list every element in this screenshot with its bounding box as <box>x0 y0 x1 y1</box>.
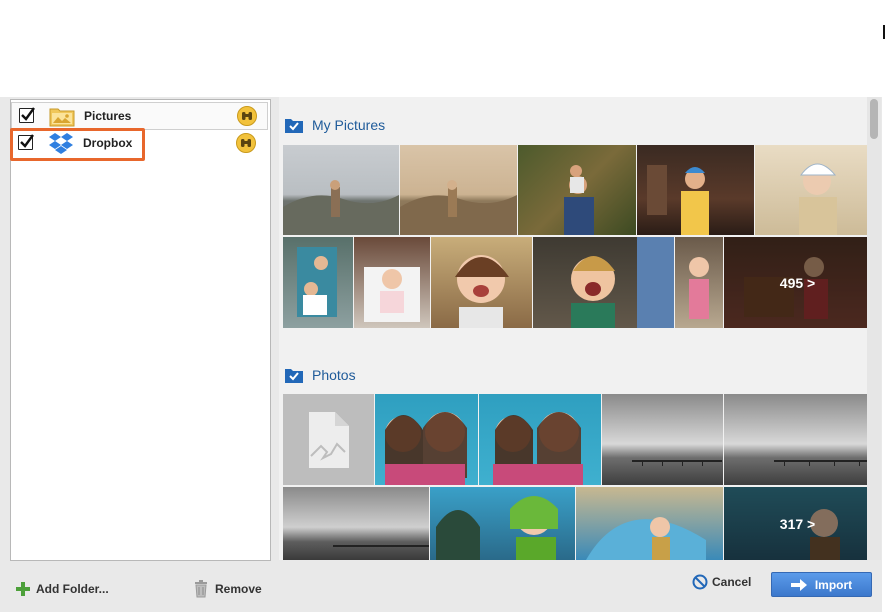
remove-button[interactable]: Remove <box>193 580 262 598</box>
photo-thumbnail[interactable] <box>533 237 674 328</box>
binoculars-icon[interactable] <box>236 133 256 153</box>
photo-thumbnail[interactable] <box>283 237 353 328</box>
file-placeholder-icon <box>309 412 349 468</box>
add-folder-label: Add Folder... <box>36 582 109 596</box>
dropbox-icon <box>48 132 74 154</box>
binoculars-icon[interactable] <box>237 106 257 126</box>
photo-thumbnail[interactable] <box>675 237 723 328</box>
import-media-screen: Pictures Dropbox Add Folder... Remove My… <box>0 0 892 612</box>
add-folder-button[interactable]: Add Folder... <box>14 580 109 598</box>
media-browser-panel: My Pictures 495 > Photos 317 > <box>279 97 867 560</box>
group-title: My Pictures <box>312 117 386 133</box>
photo-thumbnail-more[interactable]: 317 > <box>724 487 867 560</box>
photo-thumbnail[interactable] <box>431 237 532 328</box>
pictures-checkbox[interactable] <box>19 107 35 123</box>
file-placeholder-thumbnail[interactable] <box>283 394 374 485</box>
more-count-label[interactable]: 317 > <box>724 487 867 560</box>
source-label: Pictures <box>84 109 132 123</box>
group-header-my-pictures[interactable]: My Pictures <box>284 114 385 136</box>
source-list-panel: Pictures Dropbox <box>10 99 271 561</box>
checked-folder-icon <box>285 369 303 383</box>
vertical-scrollbar[interactable] <box>867 97 881 560</box>
import-button[interactable]: Import <box>771 572 872 597</box>
dropbox-checkbox[interactable] <box>18 134 34 150</box>
photo-thumbnail[interactable] <box>724 394 867 485</box>
pictures-folder-icon <box>49 105 75 127</box>
source-list-footer: Add Folder... Remove <box>0 567 280 612</box>
group-header-photos[interactable]: Photos <box>284 364 356 386</box>
photo-thumbnail[interactable] <box>283 487 429 560</box>
more-count-label[interactable]: 495 > <box>724 237 867 328</box>
photo-thumbnail[interactable] <box>602 394 723 485</box>
source-row-pictures[interactable]: Pictures <box>11 102 268 130</box>
photo-thumbnail[interactable] <box>755 145 867 235</box>
trash-icon <box>195 580 207 598</box>
source-label: Dropbox <box>83 136 133 150</box>
group-title: Photos <box>312 367 356 383</box>
import-dialog: Pictures Dropbox Add Folder... Remove My… <box>0 97 882 612</box>
photo-thumbnail[interactable] <box>518 145 636 235</box>
photo-thumbnail[interactable] <box>430 487 575 560</box>
cancel-label: Cancel <box>712 575 752 589</box>
photo-thumbnail[interactable] <box>400 145 517 235</box>
cancel-button[interactable]: Cancel <box>692 574 751 590</box>
checked-folder-icon <box>285 119 303 133</box>
photo-thumbnail[interactable] <box>375 394 478 485</box>
photo-thumbnail[interactable] <box>479 394 601 485</box>
window-edge-mark <box>883 25 885 39</box>
arrow-right-icon <box>790 578 807 591</box>
photo-thumbnail[interactable] <box>283 145 399 235</box>
photo-thumbnail[interactable] <box>576 487 723 560</box>
remove-label: Remove <box>215 582 262 596</box>
plus-icon <box>16 582 30 596</box>
photo-thumbnail[interactable] <box>354 237 430 328</box>
source-row-dropbox[interactable]: Dropbox <box>11 130 268 158</box>
import-label: Import <box>814 577 853 592</box>
cancel-icon <box>692 574 708 590</box>
photo-thumbnail-more[interactable]: 495 > <box>724 237 867 328</box>
photo-thumbnail[interactable] <box>637 145 754 235</box>
scrollbar-thumb[interactable] <box>870 99 878 139</box>
